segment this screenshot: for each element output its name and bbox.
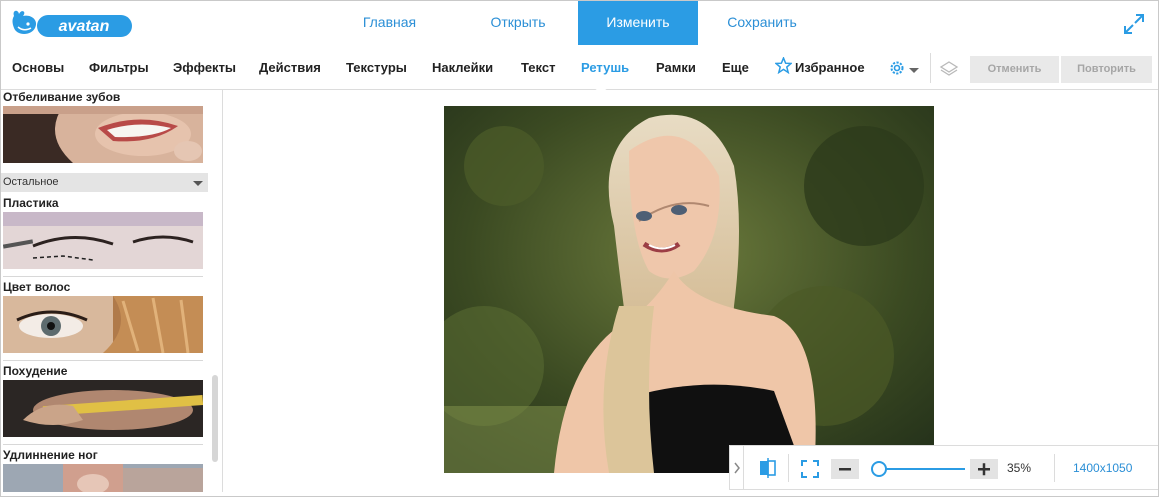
tool-frames[interactable]: Рамки bbox=[656, 47, 696, 89]
tools-bar: Основы Фильтры Эффекты Действия Текстуры… bbox=[1, 47, 1158, 95]
zoom-divider bbox=[788, 454, 789, 482]
gear-icon bbox=[888, 59, 906, 82]
favorites-label: Избранное bbox=[795, 60, 865, 75]
settings-dropdown[interactable] bbox=[888, 59, 919, 82]
nav-save[interactable]: Сохранить bbox=[698, 1, 826, 45]
tool-text[interactable]: Текст bbox=[521, 47, 555, 89]
fullscreen-icon[interactable] bbox=[1123, 13, 1145, 35]
leg-lengthening-title: Удлиннение ног bbox=[3, 448, 98, 462]
image-dimensions: 1400x1050 bbox=[1073, 461, 1133, 475]
divider bbox=[3, 360, 203, 361]
plastic-thumbnail[interactable] bbox=[3, 212, 203, 269]
zoom-slider-knob[interactable] bbox=[870, 461, 887, 477]
layers-icon[interactable] bbox=[939, 60, 959, 78]
main-nav: Главная Открыть Изменить Сохранить bbox=[321, 1, 826, 45]
edited-photo[interactable] bbox=[444, 106, 934, 473]
nav-open[interactable]: Открыть bbox=[458, 1, 578, 45]
compare-icon[interactable] bbox=[758, 458, 778, 478]
fit-screen-icon[interactable] bbox=[800, 459, 820, 479]
svg-text:avatan: avatan bbox=[59, 18, 110, 35]
category-dropdown[interactable]: Остальное bbox=[1, 173, 208, 192]
nav-home[interactable]: Главная bbox=[321, 1, 458, 45]
app-window: avatan Главная Открыть Изменить Сохранит… bbox=[0, 0, 1159, 497]
toolbar-divider bbox=[930, 53, 931, 83]
chevron-down-icon bbox=[193, 181, 203, 186]
slimming-thumbnail[interactable] bbox=[3, 380, 203, 437]
chevron-down-icon bbox=[909, 68, 919, 73]
zoom-out-button[interactable] bbox=[831, 459, 859, 479]
redo-button[interactable]: Повторить bbox=[1061, 56, 1152, 83]
leg-lengthening-thumbnail[interactable] bbox=[3, 464, 203, 492]
slimming-title: Похудение bbox=[3, 364, 68, 378]
tool-filters[interactable]: Фильтры bbox=[89, 47, 149, 89]
nav-edit[interactable]: Изменить bbox=[578, 1, 698, 45]
tool-stickers[interactable]: Наклейки bbox=[432, 47, 493, 89]
tool-retouch[interactable]: Ретушь bbox=[581, 47, 629, 89]
teeth-whitening-title: Отбеливание зубов bbox=[3, 90, 121, 104]
star-icon bbox=[774, 55, 795, 79]
retouch-panel: Отбеливание зубов Остальное Пластика Цве… bbox=[1, 90, 223, 492]
zoom-divider bbox=[1054, 454, 1055, 482]
divider bbox=[3, 444, 203, 445]
avatan-logo[interactable]: avatan bbox=[9, 6, 133, 40]
tool-effects[interactable]: Эффекты bbox=[173, 47, 236, 89]
teeth-whitening-thumbnail[interactable] bbox=[3, 106, 203, 163]
tool-more[interactable]: Еще bbox=[722, 47, 749, 89]
tool-textures[interactable]: Текстуры bbox=[346, 47, 407, 89]
editor-canvas[interactable] bbox=[224, 90, 1158, 492]
zoom-bar-collapse[interactable] bbox=[730, 446, 744, 489]
undo-button[interactable]: Отменить bbox=[970, 56, 1059, 83]
hair-color-title: Цвет волос bbox=[3, 280, 71, 294]
hair-color-thumbnail[interactable] bbox=[3, 296, 203, 353]
zoom-bar: 35% 1400x1050 bbox=[729, 445, 1158, 490]
category-dropdown-label: Остальное bbox=[3, 176, 59, 188]
favorites-button[interactable]: Избранное bbox=[774, 47, 865, 89]
zoom-level: 35% bbox=[1007, 461, 1032, 475]
plastic-title: Пластика bbox=[3, 196, 59, 210]
divider bbox=[3, 276, 203, 277]
top-bar: avatan Главная Открыть Изменить Сохранит… bbox=[1, 1, 1158, 45]
sidebar-scrollbar[interactable] bbox=[212, 375, 218, 462]
tool-actions[interactable]: Действия bbox=[259, 47, 321, 89]
zoom-in-button[interactable] bbox=[970, 459, 998, 479]
tool-basics[interactable]: Основы bbox=[12, 47, 64, 89]
